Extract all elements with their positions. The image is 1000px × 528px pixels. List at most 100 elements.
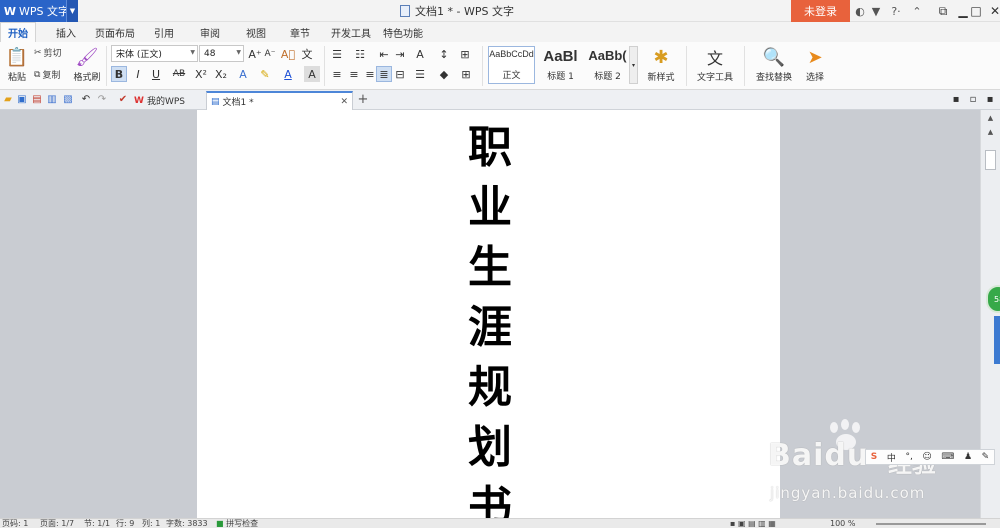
tab-review[interactable]: 审阅 bbox=[192, 22, 228, 42]
status-spellcheck[interactable]: ■ 拼写检查 bbox=[216, 519, 258, 528]
style-heading-2[interactable]: AaBb( 标题 2 bbox=[584, 46, 631, 84]
clear-format-icon[interactable]: A⃠ bbox=[280, 46, 296, 62]
more-icon[interactable]: ▪ bbox=[984, 93, 996, 106]
new-tab-icon[interactable]: + bbox=[357, 92, 369, 107]
undo-icon[interactable]: ↶ bbox=[80, 93, 92, 106]
save-icon[interactable]: ▣ bbox=[16, 93, 28, 106]
sort-icon[interactable]: ↕ bbox=[436, 46, 452, 62]
table-grid-icon[interactable]: ⊞ bbox=[457, 46, 473, 62]
tab-document[interactable]: ▤ 文档1 * ✕ bbox=[206, 91, 353, 110]
mode-icon[interactable]: 中 bbox=[887, 451, 896, 464]
tab-view[interactable]: 视图 bbox=[238, 22, 274, 42]
document-page[interactable]: 职 业 生 涯 规 划 书 bbox=[197, 110, 780, 518]
cut-button[interactable]: ✂ 剪切 bbox=[34, 46, 62, 60]
highlight-icon[interactable]: ✎ bbox=[257, 66, 273, 82]
divider bbox=[686, 46, 687, 86]
help-icon[interactable]: ? · bbox=[885, 3, 907, 19]
font-size-select[interactable]: 48 ▼ bbox=[199, 45, 244, 62]
pdf-icon[interactable]: ▤ bbox=[31, 93, 43, 106]
document-icon bbox=[400, 5, 410, 17]
scroll-up-icon[interactable]: ▲ bbox=[984, 112, 997, 124]
select-label: 选择 bbox=[805, 73, 824, 83]
strikethrough-icon[interactable]: AB bbox=[171, 66, 187, 82]
style-normal[interactable]: AaBbCcDd 正文 bbox=[488, 46, 535, 84]
skin-icon[interactable]: ◐ bbox=[853, 3, 867, 19]
styles-scroll-icon[interactable]: ▾ bbox=[629, 46, 638, 84]
shirt-icon[interactable]: ▼ bbox=[869, 3, 883, 19]
print-icon[interactable]: ▥ bbox=[46, 93, 58, 106]
tab-chapter[interactable]: 章节 bbox=[282, 22, 318, 42]
select-button[interactable]: ➤ 选择 bbox=[800, 44, 830, 84]
phonetic-icon[interactable]: 文 bbox=[299, 46, 315, 62]
chevron-down-icon: ▼ bbox=[190, 49, 195, 56]
text-tools-button[interactable]: 文 文字工具 bbox=[692, 44, 738, 83]
emoji-icon[interactable]: ☺ bbox=[922, 452, 931, 462]
decrease-indent-icon[interactable]: ⇤ bbox=[376, 46, 392, 62]
open-icon[interactable]: ▰ bbox=[2, 93, 14, 106]
side-panel-handle[interactable] bbox=[994, 316, 1000, 364]
tab-page-layout[interactable]: 页面布局 bbox=[92, 22, 138, 42]
close-tab-icon[interactable]: ✕ bbox=[340, 97, 348, 107]
quick-access-bar: ▰ ▣ ▤ ▥ ▧ ↶ ↷ ✔ W 我的WPS ▤ 文档1 * ✕ + ▪ ▫ … bbox=[0, 90, 1000, 110]
grow-font-icon[interactable]: A⁺ bbox=[247, 46, 263, 62]
scroll-up-icon[interactable]: ▲ bbox=[984, 126, 997, 138]
numbered-list-icon[interactable]: ☷ bbox=[352, 46, 368, 62]
menu-tabs: 开始 插入 页面布局 引用 审阅 视图 章节 开发工具 特色功能 bbox=[0, 22, 1000, 42]
view-icons[interactable]: ▪ ▣ ▤ ▥ ▦ bbox=[730, 519, 776, 528]
punctuation-icon[interactable]: °, bbox=[905, 452, 912, 462]
borders-icon[interactable]: ⊞ bbox=[458, 66, 474, 82]
distributed-icon[interactable]: ⊟ bbox=[392, 66, 408, 82]
char-shading-icon[interactable]: A bbox=[304, 66, 320, 82]
tab-developer[interactable]: 开发工具 bbox=[328, 22, 374, 42]
align-left-icon[interactable]: ≡ bbox=[329, 66, 345, 82]
justify-icon[interactable]: ≣ bbox=[376, 66, 392, 82]
sogou-icon[interactable]: S bbox=[871, 452, 877, 462]
doc-panel-icon[interactable]: ▫ bbox=[967, 93, 979, 106]
new-style-button[interactable]: ✱ 新样式 bbox=[643, 44, 679, 84]
panel-icon[interactable]: ▪ bbox=[950, 93, 962, 106]
window-title-text: 文档1 * - WPS 文字 bbox=[415, 5, 514, 18]
find-replace-button[interactable]: 🔍 查找替换 bbox=[750, 44, 798, 84]
app-menu-button[interactable]: W WPS 文字 ▼ bbox=[0, 0, 78, 22]
tab-references[interactable]: 引用 bbox=[146, 22, 182, 42]
bullet-list-icon[interactable]: ☰ bbox=[329, 46, 345, 62]
tab-home[interactable]: 开始 bbox=[0, 22, 36, 42]
cut-label: 剪切 bbox=[43, 49, 62, 59]
align-center-icon[interactable]: ≡ bbox=[346, 66, 362, 82]
shrink-font-icon[interactable]: A⁻ bbox=[262, 46, 278, 62]
print-preview-icon[interactable]: ▧ bbox=[62, 93, 74, 106]
paste-button[interactable]: 📋 粘贴 bbox=[4, 44, 30, 84]
underline-icon[interactable]: U bbox=[148, 66, 164, 82]
minimize-ribbon-icon[interactable]: ⌃ bbox=[910, 3, 924, 19]
redo-icon[interactable]: ↷ bbox=[96, 93, 108, 106]
style-heading-1[interactable]: AaBl 标题 1 bbox=[537, 46, 584, 84]
text-effect-icon[interactable]: A bbox=[235, 66, 251, 82]
user-icon[interactable]: ♟ bbox=[964, 452, 972, 462]
close-icon[interactable]: ✕ bbox=[982, 0, 1000, 22]
format-painter-button[interactable]: 🖌 格式刷 bbox=[72, 44, 102, 84]
customize-icon[interactable]: ✔ bbox=[117, 93, 129, 106]
font-family-select[interactable]: 宋体 (正文) ▼ bbox=[111, 45, 198, 62]
superscript-icon[interactable]: X² bbox=[193, 66, 209, 82]
tab-my-wps[interactable]: W 我的WPS bbox=[134, 91, 204, 110]
chevron-down-icon[interactable]: ▼ bbox=[66, 0, 78, 22]
line-spacing-icon[interactable]: ☰ bbox=[412, 66, 428, 82]
bold-icon[interactable]: B bbox=[111, 66, 127, 82]
shading-icon[interactable]: ◆ bbox=[436, 66, 452, 82]
increase-indent-icon[interactable]: ⇥ bbox=[392, 46, 408, 62]
font-color-icon[interactable]: A bbox=[280, 66, 296, 82]
text-direction-icon[interactable]: A bbox=[412, 46, 428, 62]
watermark-url: jingyan.baidu.com bbox=[770, 484, 926, 502]
italic-icon[interactable]: I bbox=[130, 66, 146, 82]
subscript-icon[interactable]: X₂ bbox=[213, 66, 229, 82]
copy-button[interactable]: ⧉ 复制 bbox=[34, 68, 60, 82]
keyboard-icon[interactable]: ⌨ bbox=[941, 452, 954, 462]
tools-icon[interactable]: ✎ bbox=[982, 452, 990, 462]
tab-insert[interactable]: 插入 bbox=[48, 22, 84, 42]
assistant-badge[interactable]: 58 bbox=[986, 285, 1000, 313]
zoom-slider[interactable] bbox=[876, 523, 986, 525]
login-button[interactable]: 未登录 bbox=[791, 0, 850, 22]
scroll-thumb[interactable] bbox=[985, 150, 996, 170]
status-zoom[interactable]: 100 % bbox=[830, 519, 855, 528]
tab-special[interactable]: 特色功能 bbox=[380, 22, 426, 42]
